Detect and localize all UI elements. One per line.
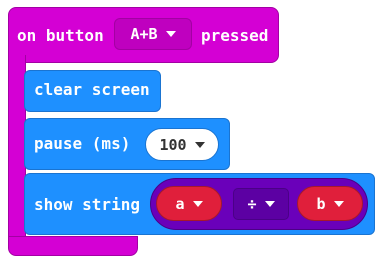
event-suffix: pressed xyxy=(201,26,269,45)
operator-value: ÷ xyxy=(247,195,257,213)
operand-a-dropdown[interactable]: a xyxy=(156,186,222,221)
pause-label: pause (ms) xyxy=(34,134,131,153)
chevron-down-icon xyxy=(192,200,203,207)
chevron-down-icon xyxy=(165,31,176,37)
operator-dropdown[interactable]: ÷ xyxy=(233,188,289,220)
pause-duration-value: 100 xyxy=(159,135,187,154)
operand-a-value: a xyxy=(175,194,185,213)
operand-b-dropdown[interactable]: b xyxy=(297,186,363,221)
pause-duration-dropdown[interactable]: 100 xyxy=(145,128,219,161)
event-prefix: on button xyxy=(17,26,104,45)
operand-b-value: b xyxy=(316,194,326,213)
clear-screen-label: clear screen xyxy=(34,80,150,99)
show-string-label: show string xyxy=(34,195,140,214)
button-dropdown-value: A+B xyxy=(130,25,158,43)
event-block-footer xyxy=(8,236,138,256)
button-dropdown[interactable]: A+B xyxy=(114,18,192,50)
chevron-down-icon xyxy=(333,200,344,207)
chevron-down-icon xyxy=(264,201,275,207)
chevron-down-icon xyxy=(194,141,205,148)
